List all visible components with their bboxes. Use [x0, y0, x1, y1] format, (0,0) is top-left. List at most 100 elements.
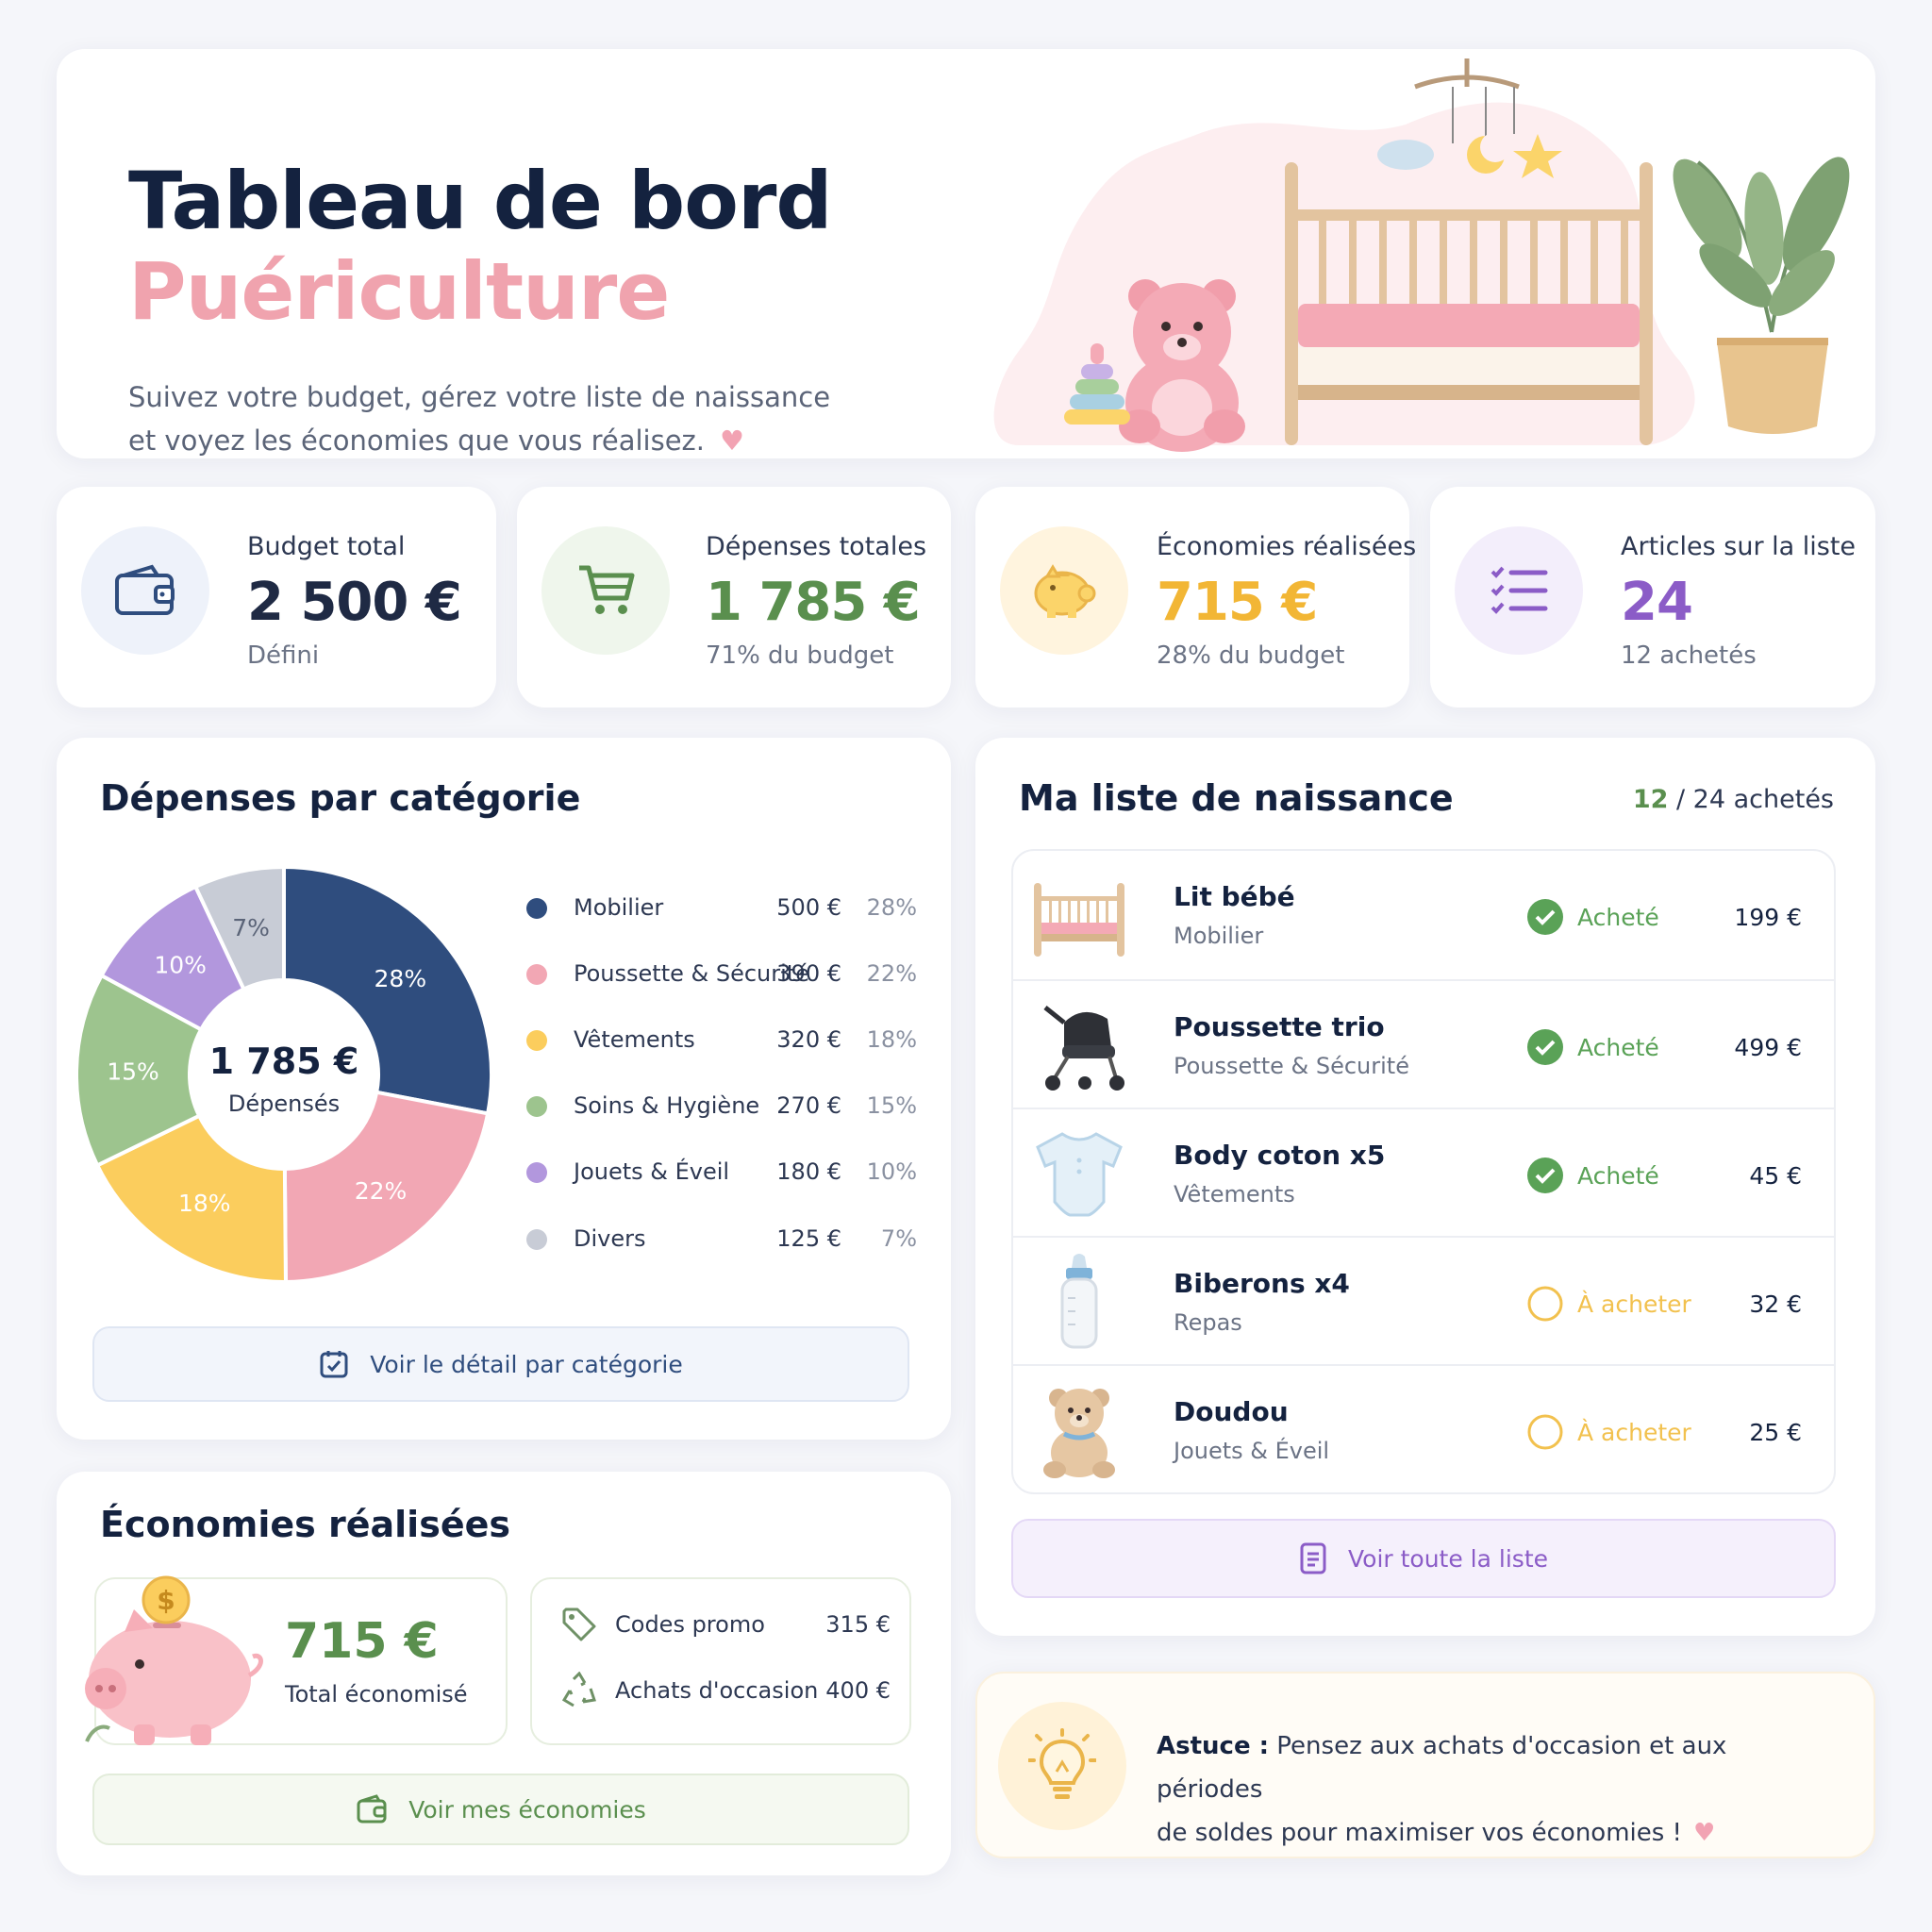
- stat-note: Défini: [247, 641, 320, 670]
- item-price: 499 €: [1734, 1034, 1802, 1061]
- stat-card-items: Articles sur la liste 24 12 achetés: [1430, 487, 1875, 708]
- item-category: Mobilier: [1174, 923, 1264, 949]
- legend-amount: 320 €: [776, 1026, 841, 1053]
- stat-note: 12 achetés: [1621, 641, 1757, 670]
- tip-card: Astuce : Pensez aux achats d'occasion et…: [975, 1672, 1875, 1858]
- item-category: Vêtements: [1174, 1181, 1295, 1208]
- category-card-title: Dépenses par catégorie: [100, 777, 581, 819]
- legend-item: Divers 125 € 7%: [526, 1220, 923, 1257]
- empty-circle-icon: [1527, 1414, 1563, 1450]
- stat-note: 28% du budget: [1157, 641, 1345, 670]
- registry-count-bought: 12: [1632, 785, 1669, 814]
- stat-label: Économies réalisées: [1157, 532, 1417, 561]
- stat-value: 2 500 €: [247, 572, 462, 633]
- legend-item: Vêtements 320 € 18%: [526, 1021, 923, 1058]
- savings-total-label: Total économisé: [285, 1681, 468, 1707]
- tip-text: Astuce : Pensez aux achats d'occasion et…: [1157, 1724, 1836, 1855]
- stat-card-expenses: Dépenses totales 1 785 € 71% du budget: [517, 487, 951, 708]
- check-circle-icon: [1527, 1029, 1563, 1065]
- item-price: 45 €: [1749, 1162, 1802, 1190]
- savings-card-title: Économies réalisées: [100, 1504, 510, 1545]
- item-price: 199 €: [1734, 904, 1802, 931]
- registry-item[interactable]: Biberons x4 Repas À acheter 32 €: [1013, 1236, 1834, 1364]
- legend-percent: 15%: [866, 1092, 917, 1119]
- category-donut-chart: 28% 22% 18% 15% 10% 7% 1 785 € Dépensés: [77, 864, 493, 1285]
- legend-amount: 180 €: [776, 1158, 841, 1185]
- category-expenses-card: Dépenses par catégorie 28% 22% 18% 15% 10% 7%…: [57, 738, 951, 1440]
- view-full-list-button-label: Voir toute la liste: [1347, 1544, 1548, 1573]
- item-status-bought[interactable]: Acheté: [1526, 898, 1659, 936]
- item-status-bought[interactable]: Acheté: [1526, 1028, 1659, 1066]
- legend-swatch: [526, 1096, 547, 1117]
- legend-item: Mobilier 500 € 28%: [526, 889, 923, 926]
- subtitle-line-2: et voyez les économies que vous réalisez…: [128, 425, 705, 457]
- legend-swatch: [526, 898, 547, 919]
- registry-item[interactable]: Body coton x5 Vêtements Acheté 45 €: [1013, 1108, 1834, 1236]
- legend-amount: 270 €: [776, 1092, 841, 1119]
- check-circle-icon: [1527, 1158, 1563, 1193]
- page-subtitle: Suivez votre budget, gérez votre liste d…: [128, 375, 883, 458]
- piggy-bank-icon: [1000, 526, 1128, 655]
- legend-swatch: [526, 1162, 547, 1183]
- item-status-label: À acheter: [1577, 1418, 1691, 1446]
- view-savings-button[interactable]: Voir mes économies: [92, 1774, 909, 1845]
- donut-center-label: Dépensés: [228, 1091, 340, 1117]
- wallet-outline-icon: [356, 1793, 388, 1825]
- registry-item[interactable]: Doudou Jouets & Éveil À acheter 25 €: [1013, 1364, 1834, 1492]
- stat-label: Articles sur la liste: [1621, 532, 1857, 561]
- savings-breakdown-box: Codes promo 315 € Achats d'occasion 400 …: [530, 1577, 911, 1745]
- legend-item: Jouets & Éveil 180 € 10%: [526, 1153, 923, 1191]
- subtitle-line-1: Suivez votre budget, gérez votre liste d…: [128, 381, 831, 413]
- item-status-todo[interactable]: À acheter: [1526, 1285, 1691, 1323]
- stat-label: Dépenses totales: [706, 532, 927, 561]
- donut-slice-label: 10%: [154, 952, 207, 979]
- heart-icon: ♥: [720, 425, 744, 457]
- legend-amount: 125 €: [776, 1225, 841, 1252]
- category-detail-button-label: Voir le détail par catégorie: [370, 1350, 683, 1378]
- stat-card-budget: Budget total 2 500 € Défini: [57, 487, 496, 708]
- registry-item[interactable]: Poussette trio Poussette & Sécurité Ache…: [1013, 979, 1834, 1108]
- legend-swatch: [526, 964, 547, 985]
- registry-title: Ma liste de naissance: [1019, 777, 1454, 819]
- savings-total-box: $ 715 € Total économisé: [85, 1575, 508, 1745]
- legend-name: Mobilier: [574, 894, 664, 921]
- teddy-bear-icon: [1043, 1389, 1115, 1478]
- recycle-icon: [560, 1671, 598, 1715]
- item-price: 32 €: [1749, 1291, 1802, 1318]
- checklist-icon: [1455, 526, 1583, 655]
- registry-item[interactable]: Lit bébé Mobilier Acheté 199 €: [1013, 851, 1834, 979]
- registry-count: 12 / 24 achetés: [1633, 785, 1834, 814]
- item-status-todo[interactable]: À acheter: [1526, 1413, 1691, 1451]
- donut-center-value: 1 785 €: [209, 1041, 359, 1082]
- heart-icon: ♥: [1692, 1819, 1716, 1847]
- item-category: Repas: [1174, 1309, 1242, 1336]
- legend-swatch: [526, 1030, 547, 1051]
- legend-name: Divers: [574, 1225, 646, 1252]
- legend-name: Soins & Hygiène: [574, 1092, 760, 1119]
- stat-card-savings: Économies réalisées 715 € 28% du budget: [975, 487, 1416, 708]
- donut-slice-label: 28%: [375, 965, 427, 992]
- legend-amount: 390 €: [776, 960, 841, 987]
- check-circle-icon: [1527, 899, 1563, 935]
- lightbulb-icon: [998, 1702, 1126, 1830]
- legend-percent: 7%: [880, 1225, 917, 1252]
- hero-header: Tableau de bord Puériculture Suivez votr…: [57, 49, 1875, 458]
- item-status-bought[interactable]: Acheté: [1526, 1157, 1659, 1194]
- item-name: Doudou: [1174, 1396, 1289, 1427]
- registry-count-total: / 24 achetés: [1676, 785, 1834, 814]
- donut-slice-label: 7%: [232, 914, 270, 941]
- legend-item: Soins & Hygiène 270 € 15%: [526, 1087, 923, 1124]
- legend-percent: 28%: [866, 894, 917, 921]
- baby-bottle-icon: [1060, 1254, 1098, 1349]
- cart-icon: [541, 526, 670, 655]
- item-price: 25 €: [1749, 1419, 1802, 1446]
- savings-row-promo: Codes promo 315 €: [560, 1604, 891, 1645]
- view-full-list-button[interactable]: Voir toute la liste: [1011, 1519, 1836, 1598]
- legend-percent: 22%: [866, 960, 917, 987]
- item-status-label: À acheter: [1577, 1290, 1691, 1318]
- item-status-label: Acheté: [1577, 1161, 1659, 1190]
- tip-label: Astuce :: [1157, 1732, 1270, 1760]
- savings-total-value: 715 €: [285, 1613, 439, 1670]
- legend-percent: 10%: [866, 1158, 917, 1185]
- category-detail-button[interactable]: Voir le détail par catégorie: [92, 1326, 909, 1402]
